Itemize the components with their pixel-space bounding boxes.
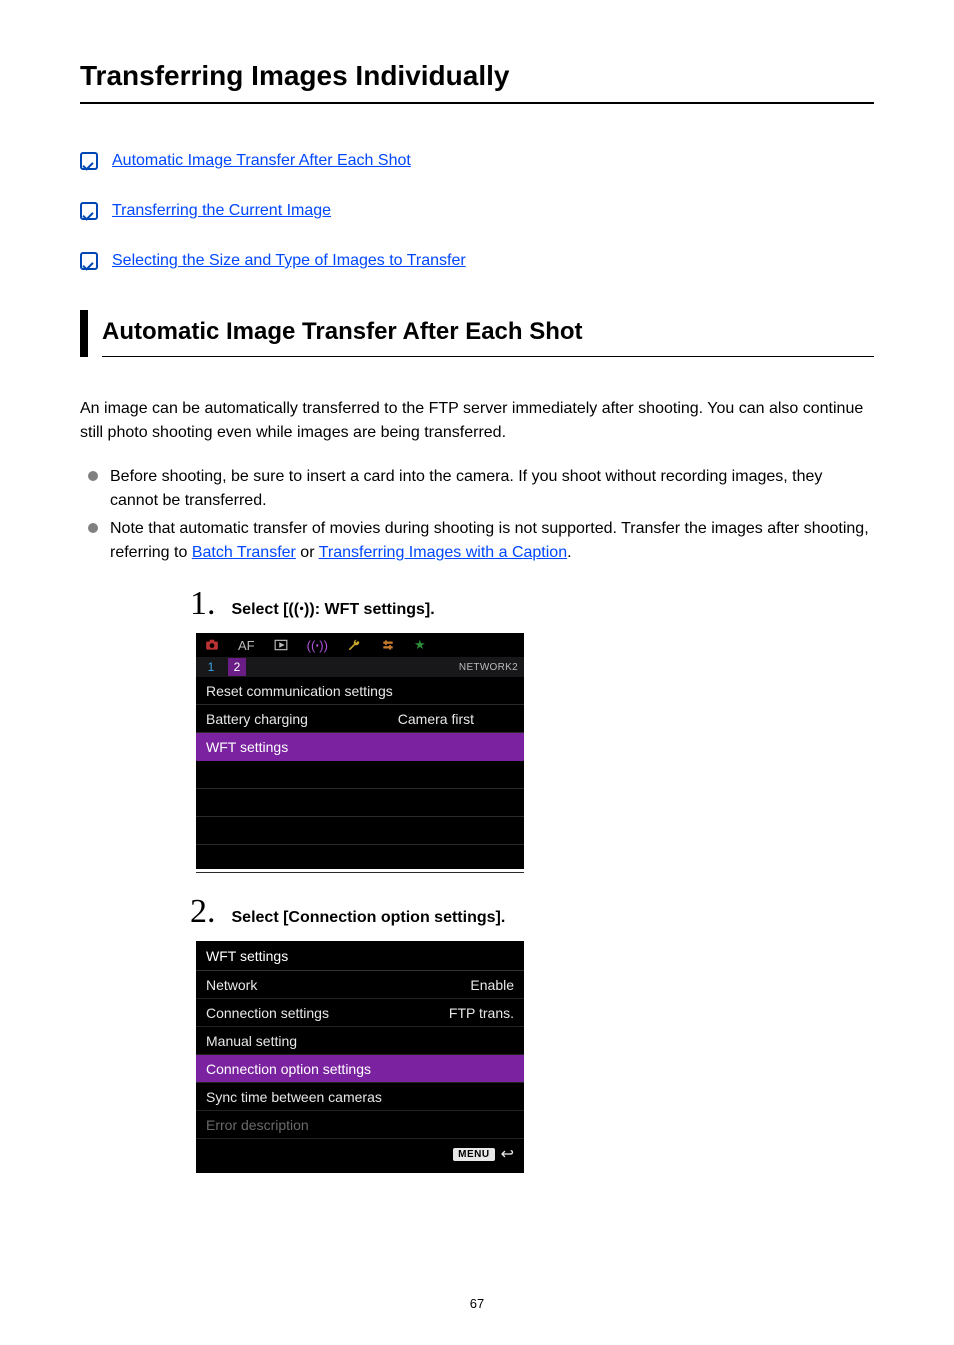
camera-menu-screenshot-1: AF ((ꞏ)) ★ 1 2 NETWORK2 Reset communicat… xyxy=(196,633,524,869)
subtab-1: 1 xyxy=(202,658,220,676)
page-number: 67 xyxy=(0,1296,954,1311)
note2-post: . xyxy=(567,544,571,561)
link-batch-transfer[interactable]: Batch Transfer xyxy=(192,544,296,561)
bullet-icon xyxy=(88,523,98,533)
cam2-footer: MENU ↩ xyxy=(196,1139,524,1169)
note2-mid: or xyxy=(296,544,319,561)
cam1-row-battery: Battery charging Camera first xyxy=(196,705,524,733)
tab-camera-icon xyxy=(204,638,220,652)
step-1-text: Select [((ꞏ)): WFT settings]. xyxy=(232,597,435,619)
toc-link-current-image[interactable]: Transferring the Current Image xyxy=(112,202,331,220)
toc-list: Automatic Image Transfer After Each Shot… xyxy=(80,152,874,270)
cam1-row-battery-value: Camera first xyxy=(398,705,514,732)
cam2-row-manual: Manual setting xyxy=(196,1027,524,1055)
toc-item-auto-transfer: Automatic Image Transfer After Each Shot xyxy=(80,152,874,170)
cam1-empty-rows xyxy=(196,761,524,873)
cam2-network-value: Enable xyxy=(470,971,514,998)
antenna-icon: ((ꞏ)) xyxy=(288,601,314,618)
section-heading: Automatic Image Transfer After Each Shot xyxy=(102,310,874,357)
check-box-icon xyxy=(80,252,98,270)
step1-pre: Select [ xyxy=(232,601,289,618)
cam1-row-battery-label: Battery charging xyxy=(206,705,308,732)
step-2-number: 2. xyxy=(190,893,216,931)
tab-af-label: AF xyxy=(238,638,255,653)
bullet-icon xyxy=(88,471,98,481)
cam2-conn-value: FTP trans. xyxy=(449,999,514,1026)
camera-menu-screenshot-2: WFT settings Network Enable Connection s… xyxy=(196,941,524,1173)
check-box-icon xyxy=(80,152,98,170)
step1-post: : WFT settings]. xyxy=(315,601,435,618)
step-1-number: 1. xyxy=(190,585,216,623)
intro-paragraph: An image can be automatically transferre… xyxy=(80,397,874,445)
cam1-sub-tabs: 1 2 NETWORK2 xyxy=(196,657,524,677)
cam2-network-label: Network xyxy=(206,971,257,998)
page-title: Transferring Images Individually xyxy=(80,60,874,104)
toc-item-size-type: Selecting the Size and Type of Images to… xyxy=(80,252,874,270)
note-text-1: Before shooting, be sure to insert a car… xyxy=(110,465,874,513)
step-1: 1. Select [((ꞏ)): WFT settings]. AF ((ꞏ)… xyxy=(190,585,874,869)
section-bar xyxy=(80,310,88,357)
tab-star-icon: ★ xyxy=(414,637,426,653)
check-box-icon xyxy=(80,202,98,220)
toc-link-auto-transfer[interactable]: Automatic Image Transfer After Each Shot xyxy=(112,152,411,170)
toc-item-current-image: Transferring the Current Image xyxy=(80,202,874,220)
step-2-head: 2. Select [Connection option settings]. xyxy=(190,893,874,931)
cam2-row-sync: Sync time between cameras xyxy=(196,1083,524,1111)
cam1-top-tabs: AF ((ꞏ)) ★ xyxy=(196,633,524,657)
return-icon: ↩ xyxy=(501,1144,514,1164)
toc-link-size-type[interactable]: Selecting the Size and Type of Images to… xyxy=(112,252,466,270)
cam2-row-conn-option: Connection option settings xyxy=(196,1055,524,1083)
cam1-row-wft: WFT settings xyxy=(196,733,524,761)
tab-custom-icon xyxy=(380,638,396,652)
cam1-row-reset: Reset communication settings xyxy=(196,677,524,705)
note-item-2: Note that automatic transfer of movies d… xyxy=(88,517,874,565)
cam2-row-conn-settings: Connection settings FTP trans. xyxy=(196,999,524,1027)
step-2-text: Select [Connection option settings]. xyxy=(232,909,506,927)
notes-list: Before shooting, be sure to insert a car… xyxy=(88,465,874,565)
subtab-2: 2 xyxy=(228,658,246,676)
subtab-label: NETWORK2 xyxy=(459,662,518,673)
link-caption-transfer[interactable]: Transferring Images with a Caption xyxy=(319,544,567,561)
tab-play-icon xyxy=(273,638,289,652)
note-item-1: Before shooting, be sure to insert a car… xyxy=(88,465,874,513)
step-1-head: 1. Select [((ꞏ)): WFT settings]. xyxy=(190,585,874,623)
cam2-row-network: Network Enable xyxy=(196,971,524,999)
section-heading-block: Automatic Image Transfer After Each Shot xyxy=(80,310,874,357)
cam2-row-error: Error description xyxy=(196,1111,524,1139)
menu-badge: MENU xyxy=(453,1148,494,1161)
cam2-title: WFT settings xyxy=(196,941,524,971)
tab-antenna-icon: ((ꞏ)) xyxy=(307,636,328,654)
cam2-conn-label: Connection settings xyxy=(206,999,329,1026)
note-text-2: Note that automatic transfer of movies d… xyxy=(110,517,874,565)
step-2: 2. Select [Connection option settings]. … xyxy=(190,893,874,1173)
tab-wrench-icon xyxy=(346,638,362,652)
steps-list: 1. Select [((ꞏ)): WFT settings]. AF ((ꞏ)… xyxy=(190,585,874,1173)
